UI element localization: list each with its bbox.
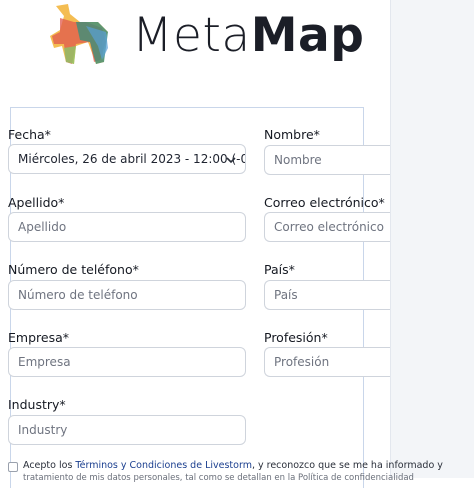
consent-suffix: , y reconozco que se me ha informado y [251, 460, 443, 471]
industry-label: Industry* [8, 397, 66, 412]
correo-label: Correo electrónico* [264, 195, 385, 210]
brand-logo: MetaMap [46, 2, 366, 70]
apellido-placeholder: Apellido [18, 220, 67, 234]
brand-name-part1: Meta [132, 8, 251, 63]
telefono-input[interactable]: Número de teléfono [8, 280, 246, 310]
fecha-value: Miércoles, 26 de abril 2023 - 12:00 (-04… [18, 152, 246, 166]
pais-placeholder: País [274, 288, 298, 302]
telefono-placeholder: Número de teléfono [18, 288, 138, 302]
right-background-panel [390, 0, 474, 478]
profesion-placeholder: Profesión [274, 355, 330, 369]
nombre-input[interactable]: Nombre [264, 145, 390, 175]
consent-text: Acepto los Términos y Condiciones de Liv… [23, 460, 443, 471]
consent-prefix: Acepto los [23, 460, 76, 471]
profesion-label: Profesión* [264, 330, 328, 345]
nombre-label: Nombre* [264, 127, 320, 142]
brand-name-part2: Map [250, 8, 365, 63]
empresa-input[interactable]: Empresa [8, 347, 246, 377]
apellido-input[interactable]: Apellido [8, 212, 246, 242]
consent-line2: tratamiento de mis datos personales, tal… [23, 473, 414, 483]
empresa-placeholder: Empresa [18, 355, 71, 369]
correo-placeholder: Correo electrónico [274, 220, 384, 234]
industry-placeholder: Industry [18, 423, 68, 437]
wolf-logo-icon [50, 4, 108, 64]
telefono-label: Número de teléfono* [8, 262, 139, 277]
nombre-placeholder: Nombre [274, 153, 322, 167]
fecha-label: Fecha* [8, 127, 51, 142]
consent-checkbox[interactable] [8, 462, 18, 472]
chevron-down-icon [226, 157, 236, 164]
pais-label: País* [264, 262, 295, 277]
pais-input[interactable]: País [264, 280, 390, 310]
profesion-input[interactable]: Profesión [264, 347, 390, 377]
fecha-select[interactable]: Miércoles, 26 de abril 2023 - 12:00 (-04… [8, 144, 246, 174]
terms-link[interactable]: Términos y Condiciones de Livestorm [75, 460, 252, 471]
correo-input[interactable]: Correo electrónico [264, 212, 390, 242]
brand-wordmark: MetaMap [132, 8, 364, 63]
apellido-label: Apellido* [8, 195, 65, 210]
empresa-label: Empresa* [8, 330, 69, 345]
industry-input[interactable]: Industry [8, 415, 246, 445]
